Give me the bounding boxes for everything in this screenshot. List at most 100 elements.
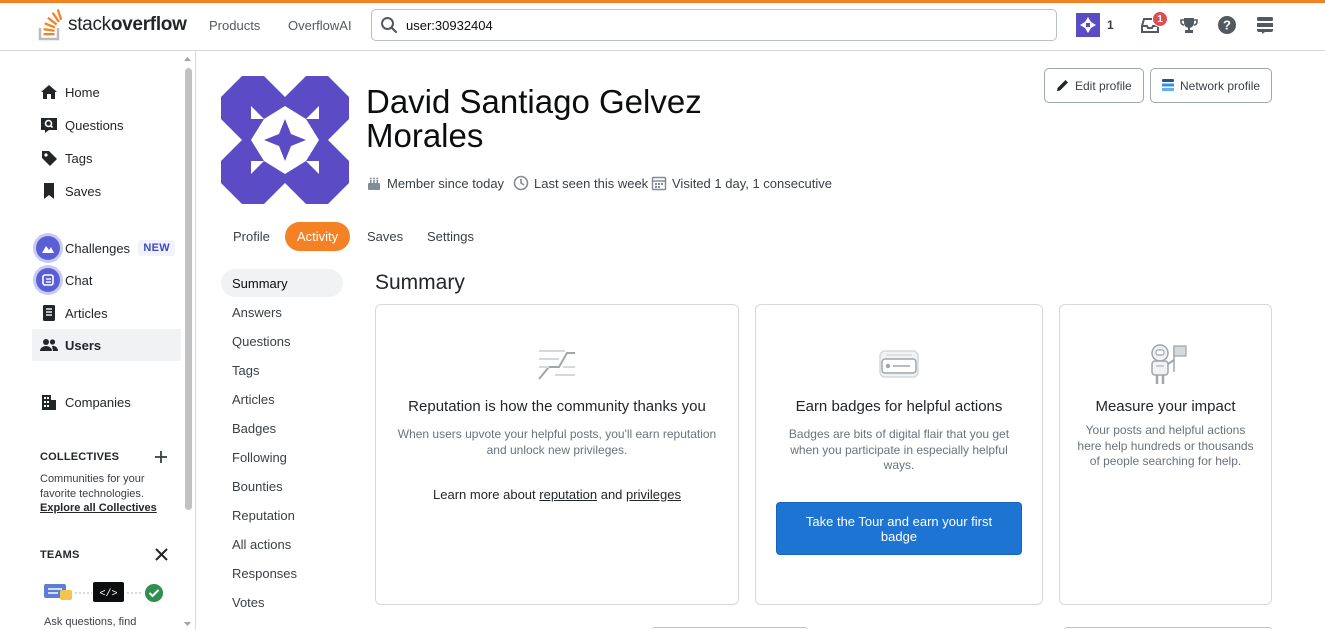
profile-name: David Santiago Gelvez Morales bbox=[366, 83, 702, 154]
svg-text:</>: </> bbox=[99, 588, 117, 600]
sidebar-item-users[interactable]: Users bbox=[32, 329, 181, 361]
badges-card-title: Earn badges for helpful actions bbox=[795, 398, 1003, 415]
tab-settings[interactable]: Settings bbox=[415, 222, 486, 251]
plus-icon bbox=[155, 451, 167, 463]
last-seen: Last seen this week bbox=[513, 174, 648, 192]
scroll-down-icon bbox=[184, 622, 191, 626]
activity-nav-answers[interactable]: Answers bbox=[221, 298, 343, 326]
inbox-badge: 1 bbox=[1152, 11, 1168, 27]
privileges-link[interactable]: privileges bbox=[626, 487, 681, 502]
impact-card-body: Your posts and helpful actions here help… bbox=[1077, 423, 1254, 468]
top-bar: stackoverflow Products OverflowAI 1 1 bbox=[0, 0, 1325, 51]
articles-icon bbox=[40, 304, 58, 322]
badges-card-body: Badges are bits of digital flair that yo… bbox=[788, 427, 1010, 472]
close-icon bbox=[155, 548, 168, 561]
activity-nav-tags[interactable]: Tags bbox=[221, 356, 343, 384]
member-since: Member since today bbox=[366, 174, 504, 192]
activity-nav-votes[interactable]: Votes bbox=[221, 588, 343, 616]
pencil-icon bbox=[1057, 80, 1068, 91]
edit-profile-button[interactable]: Edit profile bbox=[1044, 68, 1144, 103]
logo-text: stackoverflow bbox=[68, 14, 187, 35]
trophy-icon bbox=[1180, 18, 1198, 33]
user-avatar-icon bbox=[1076, 13, 1100, 37]
chat-icon bbox=[36, 268, 60, 292]
teams-description: Ask questions, find bbox=[44, 616, 137, 628]
reputation-count: 1 bbox=[1107, 18, 1114, 32]
activity-nav-following[interactable]: Following bbox=[221, 443, 343, 471]
activity-nav-summary[interactable]: Summary bbox=[221, 269, 343, 297]
questions-icon bbox=[40, 116, 58, 134]
products-link[interactable]: Products bbox=[209, 18, 260, 33]
tag-icon bbox=[40, 149, 58, 167]
teams-heading: TEAMS bbox=[40, 549, 80, 561]
reputation-card-body: When users upvote your helpful posts, yo… bbox=[397, 427, 717, 457]
sidebar-item-chat[interactable]: Chat bbox=[32, 264, 181, 296]
sidebar-item-challenges[interactable]: Challenges NEW bbox=[32, 232, 181, 264]
stackoverflow-logo-icon bbox=[38, 9, 63, 41]
sidebar-item-tags[interactable]: Tags bbox=[32, 142, 181, 174]
sidebar-item-label: Companies bbox=[65, 394, 131, 410]
collectives-description: Communities for your favorite technologi… bbox=[40, 473, 145, 500]
sidebar-item-label: Tags bbox=[65, 150, 93, 166]
explore-collectives-link[interactable]: Explore all Collectives bbox=[40, 501, 157, 516]
badges-card: Earn badges for helpful actions Badges a… bbox=[755, 304, 1043, 605]
sidebar-item-label: Challenges bbox=[65, 240, 131, 256]
sidebar-item-saves[interactable]: Saves bbox=[32, 175, 181, 207]
search-icon bbox=[381, 17, 398, 34]
impact-card: Measure your impact Your posts and helpf… bbox=[1059, 304, 1272, 605]
new-tag: NEW bbox=[138, 240, 175, 256]
activity-nav-badges[interactable]: Badges bbox=[221, 414, 343, 442]
activity-nav-bounties[interactable]: Bounties bbox=[221, 472, 343, 500]
activity-nav-articles[interactable]: Articles bbox=[221, 385, 343, 413]
search-input[interactable] bbox=[406, 17, 1006, 33]
cake-icon bbox=[368, 177, 380, 190]
tab-saves[interactable]: Saves bbox=[355, 222, 415, 251]
sidebar-item-label: Articles bbox=[65, 305, 108, 321]
help-icon: ? bbox=[1218, 16, 1236, 34]
sidebar-item-label: Users bbox=[65, 337, 102, 353]
scroll-up-icon bbox=[184, 57, 191, 61]
add-collective-button[interactable] bbox=[154, 450, 168, 469]
visited: Visited 1 day, 1 consecutive bbox=[651, 174, 832, 192]
user-reputation-button[interactable]: 1 bbox=[1076, 13, 1114, 37]
sidebar-item-label: Saves bbox=[65, 183, 102, 199]
collectives-heading: COLLECTIVES bbox=[40, 451, 120, 463]
tab-activity[interactable]: Activity bbox=[285, 222, 351, 251]
stack-exchange-icon bbox=[1162, 79, 1174, 91]
summary-heading: Summary bbox=[375, 271, 465, 294]
sidebar-item-label: Chat bbox=[65, 272, 93, 288]
challenges-icon bbox=[36, 236, 60, 260]
impact-card-title: Measure your impact bbox=[1095, 398, 1236, 415]
take-tour-button[interactable]: Take the Tour and earn your first badge bbox=[776, 502, 1022, 555]
users-icon bbox=[40, 336, 58, 354]
reputation-chart-icon bbox=[538, 350, 575, 380]
sidebar-item-questions[interactable]: Questions bbox=[32, 109, 181, 141]
help-button[interactable]: ? bbox=[1218, 13, 1236, 37]
activity-nav-all-actions[interactable]: All actions bbox=[221, 530, 343, 558]
sidebar-scroll-thumb[interactable] bbox=[185, 68, 192, 510]
close-teams-button[interactable] bbox=[155, 548, 168, 566]
sidebar-item-companies[interactable]: Companies bbox=[32, 386, 181, 418]
bookmark-icon bbox=[40, 182, 58, 200]
site-switcher-button[interactable] bbox=[1256, 13, 1274, 37]
clock-icon bbox=[513, 175, 529, 191]
astronaut-flag-icon bbox=[1150, 344, 1187, 384]
activity-nav-questions[interactable]: Questions bbox=[221, 327, 343, 355]
sidebar-item-label: Home bbox=[65, 84, 100, 100]
activity-nav-responses[interactable]: Responses bbox=[221, 559, 343, 587]
search-box[interactable] bbox=[371, 9, 1057, 41]
reputation-card: Reputation is how the community thanks y… bbox=[375, 304, 739, 605]
reputation-link[interactable]: reputation bbox=[539, 487, 597, 502]
achievements-button[interactable] bbox=[1180, 13, 1198, 37]
stackoverflow-logo[interactable]: stackoverflow bbox=[38, 9, 187, 41]
companies-icon bbox=[40, 393, 58, 411]
tab-profile[interactable]: Profile bbox=[221, 222, 282, 251]
sidebar-item-articles[interactable]: Articles bbox=[32, 297, 181, 329]
overflowai-link[interactable]: OverflowAI bbox=[288, 18, 352, 33]
home-icon bbox=[40, 83, 58, 101]
stack-exchange-icon bbox=[1257, 17, 1273, 34]
activity-nav-reputation[interactable]: Reputation bbox=[221, 501, 343, 529]
network-profile-button[interactable]: Network profile bbox=[1150, 68, 1272, 103]
svg-text:?: ? bbox=[1223, 18, 1231, 33]
sidebar-item-home[interactable]: Home bbox=[32, 76, 181, 108]
